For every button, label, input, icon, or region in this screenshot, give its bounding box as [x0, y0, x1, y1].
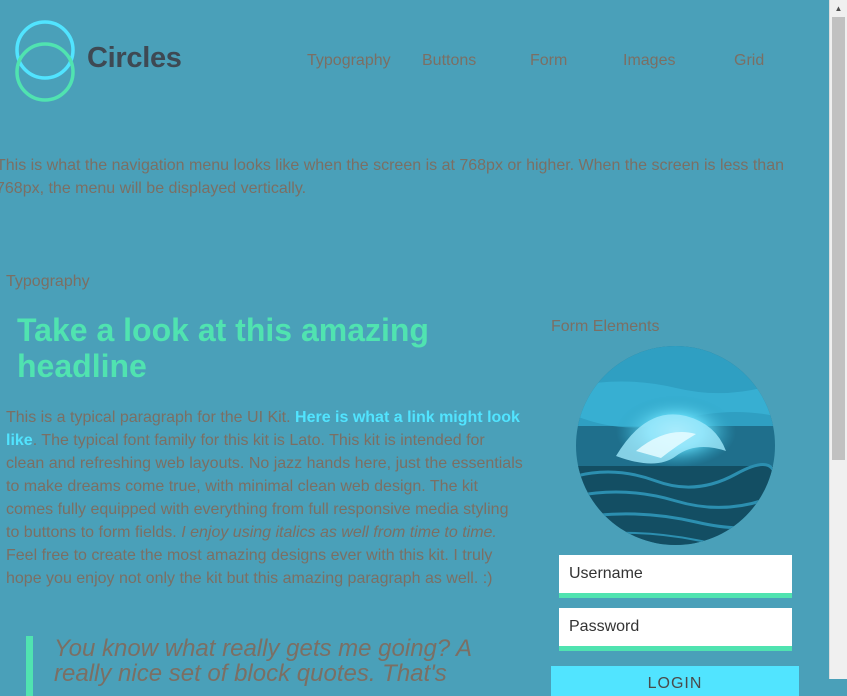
login-button[interactable]: LOGIN: [551, 666, 799, 696]
brand-name[interactable]: Circles: [87, 42, 182, 75]
nav-item-grid[interactable]: Grid: [734, 52, 764, 70]
circles-logo-icon[interactable]: [14, 20, 78, 104]
italic-text: I enjoy using italics as well from time …: [181, 524, 497, 541]
password-input[interactable]: [559, 608, 792, 651]
wave-photo: [576, 346, 775, 545]
nav-description-text: This is what the navigation menu looks l…: [0, 157, 784, 197]
paragraph-text-end: Feel free to create the most amazing des…: [6, 547, 493, 587]
username-input[interactable]: [559, 555, 792, 598]
vertical-scrollbar[interactable]: ▲: [829, 0, 847, 679]
blockquote: You know what really gets me going? A re…: [26, 636, 524, 696]
nav-item-buttons[interactable]: Buttons: [422, 52, 476, 70]
nav-item-form[interactable]: Form: [530, 52, 567, 70]
body-paragraph: This is a typical paragraph for the UI K…: [6, 406, 526, 590]
nav-item-typography[interactable]: Typography: [307, 52, 391, 70]
typography-section-label: Typography: [6, 273, 90, 290]
form-section-label: Form Elements: [551, 318, 660, 335]
scrollbar-thumb[interactable]: [832, 17, 845, 460]
headline: Take a look at this amazing headline: [17, 312, 429, 384]
scroll-up-arrow-icon[interactable]: ▲: [830, 0, 847, 17]
paragraph-text-start: This is a typical paragraph for the UI K…: [6, 409, 296, 426]
nav-item-images[interactable]: Images: [623, 52, 675, 70]
